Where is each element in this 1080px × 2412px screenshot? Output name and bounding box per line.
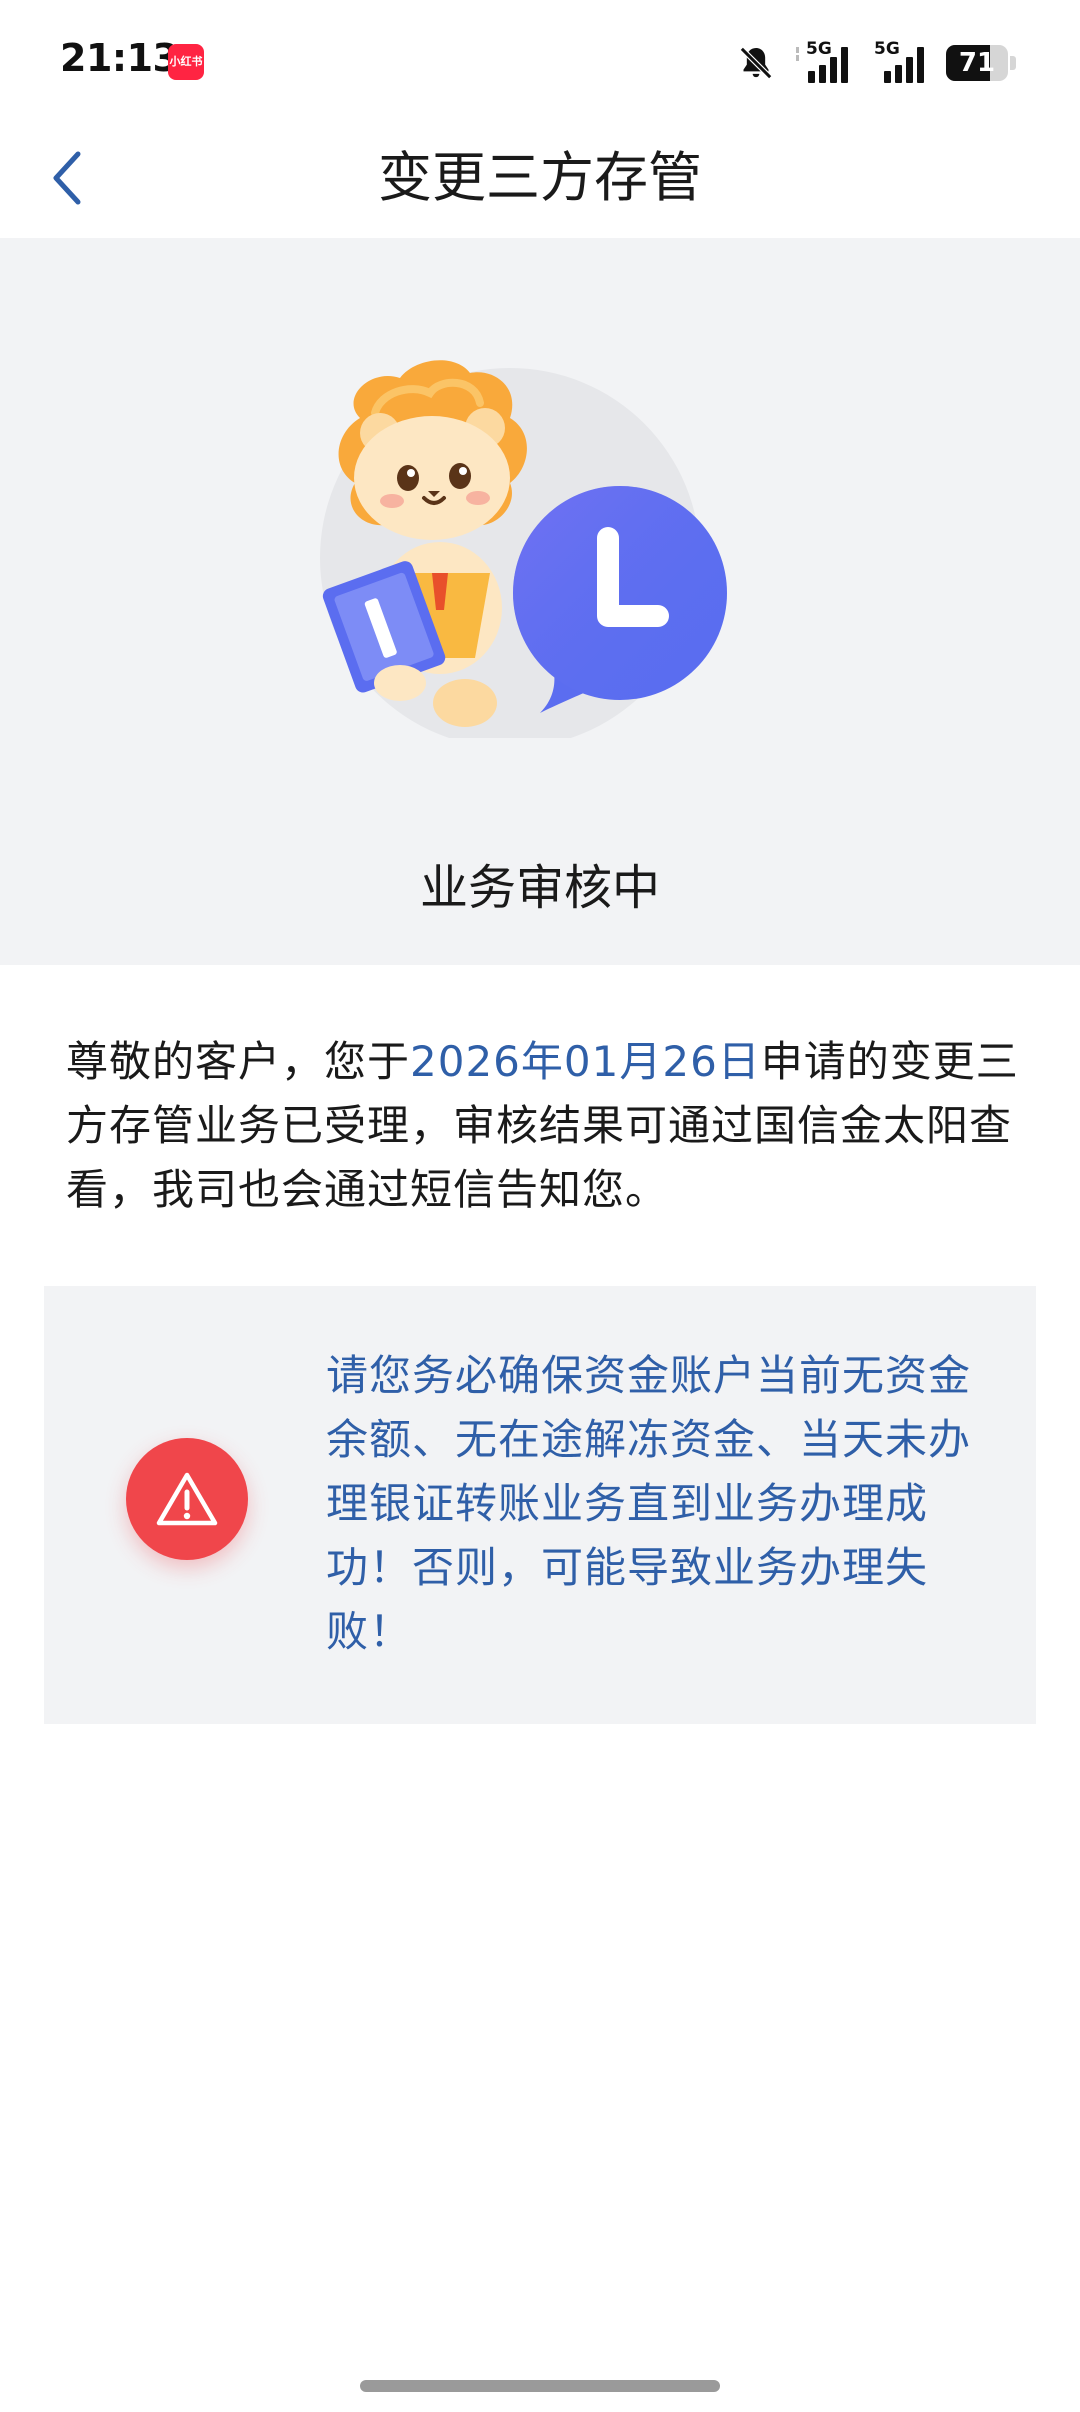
home-indicator[interactable]	[360, 2380, 720, 2392]
battery-level: 71	[958, 48, 996, 78]
status-bar: 21:13 小红书 5G 5G 71	[0, 0, 1080, 120]
warning-triangle-icon	[126, 1438, 248, 1560]
bell-muted-icon	[736, 43, 776, 83]
acceptance-message: 尊敬的客户，您于2026年01月26日申请的变更三方存管业务已受理，审核结果可通…	[66, 1030, 1026, 1222]
application-date: 2026年01月26日	[410, 1037, 761, 1086]
warning-card: 请您务必确保资金账户当前无资金余额、无在途解冻资金、当天未办理银证转账业务直到业…	[44, 1286, 1036, 1724]
signal-5g-icon: 5G	[794, 39, 852, 85]
status-icons: 5G 5G 71	[736, 38, 1016, 88]
status-time: 21:13	[60, 36, 179, 80]
warning-text: 请您务必确保资金账户当前无资金余额、无在途解冻资金、当天未办理银证转账业务直到业…	[326, 1351, 972, 1656]
lion-mascot-with-clock-icon	[320, 358, 760, 748]
review-status-panel: 业务审核中	[0, 238, 1080, 965]
nav-bar: 变更三方存管	[0, 120, 1080, 238]
xiaohongshu-app-icon: 小红书	[168, 44, 204, 80]
message-prefix: 尊敬的客户，您于	[66, 1037, 411, 1086]
page-title: 变更三方存管	[378, 146, 702, 209]
battery-icon: 71	[946, 45, 1016, 81]
review-status-label: 业务审核中	[419, 860, 660, 916]
signal-5g-icon: 5G	[870, 39, 928, 85]
